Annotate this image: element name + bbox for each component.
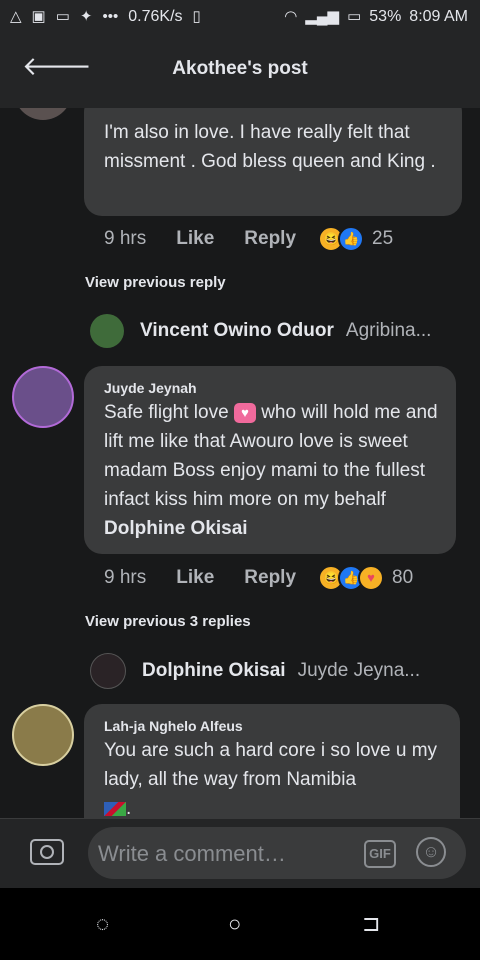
comment-placeholder: Write a comment… xyxy=(98,841,286,866)
reply-author: Vincent Owino Oduor xyxy=(140,320,334,341)
reaction-count: 80 xyxy=(392,567,414,588)
system-nav-bar: ◌ ○ ⊐ xyxy=(0,888,480,960)
twitter-icon: ✦ xyxy=(79,8,93,25)
message-icon: ▭ xyxy=(55,8,70,25)
view-previous-replies-link[interactable]: View previous 3 replies xyxy=(85,613,251,630)
gamepad-icon: ▣ xyxy=(31,8,46,25)
reply-button[interactable]: Reply xyxy=(244,567,296,589)
avatar xyxy=(90,653,126,689)
avatar[interactable] xyxy=(14,108,72,120)
home-icon[interactable]: ○ xyxy=(228,912,241,936)
reply-preview[interactable]: Vincent Owino Oduor Agribina... xyxy=(90,314,431,348)
reply-snippet: Juyde Jeyna... xyxy=(297,660,421,681)
battery-level: 53% xyxy=(369,8,402,25)
signal-icon: ▂▄▆ xyxy=(305,8,340,25)
status-bar: △ ▣ ▭ ✦ ••• 0.76K/s ▯ ◠ ▂▄▆ ▭ 53% 8:09 A… xyxy=(0,0,480,36)
mention-link[interactable]: Dolphine Okisai xyxy=(104,518,248,539)
emoji-icon[interactable]: ☺ xyxy=(416,837,446,867)
avatar[interactable] xyxy=(12,366,74,428)
network-speed: 0.76K/s xyxy=(128,8,183,25)
comment-meta: 9 hrs Like Reply 😆 👍 25 xyxy=(104,226,393,252)
namibia-flag-icon xyxy=(104,801,126,816)
clock: 8:09 AM xyxy=(409,8,468,25)
app-header: 🡐 Akothee's post xyxy=(0,36,480,108)
page-title: Akothee's post xyxy=(172,58,308,79)
comment-text-body: You are such a hard core i so love u my … xyxy=(104,740,438,790)
comment-text: I'm also in love. I have really felt tha… xyxy=(104,122,436,172)
comment-bubble[interactable]: Lah-ja Nghelo Alfeus You are such a hard… xyxy=(84,704,460,818)
reply-snippet: Agribina... xyxy=(345,320,432,341)
like-button[interactable]: Like xyxy=(176,567,214,589)
gif-button[interactable]: GIF xyxy=(364,840,396,868)
comment-bubble[interactable]: I'm also in love. I have really felt tha… xyxy=(84,108,462,216)
comment-time: 9 hrs xyxy=(104,567,147,588)
comment-text: You are such a hard core i so love u my … xyxy=(104,736,444,818)
view-previous-reply-link[interactable]: View previous reply xyxy=(85,274,226,291)
back-nav-icon[interactable]: ⊐ xyxy=(362,912,380,936)
reply-preview[interactable]: Dolphine Okisai Juyde Jeyna... xyxy=(90,653,420,689)
avatar xyxy=(90,314,124,348)
comment-author[interactable]: Lah-ja Nghelo Alfeus xyxy=(104,718,243,734)
heart-emoji-icon: ♥ xyxy=(233,402,256,423)
comment-composer: Write a comment… GIF ☺ xyxy=(0,818,480,889)
comment-time: 9 hrs xyxy=(104,228,147,249)
reactions[interactable]: 😆 👍 xyxy=(318,226,365,252)
reactions[interactable]: 😆 👍 ♥ xyxy=(318,565,385,591)
wifi-icon: ◠ xyxy=(284,8,298,25)
battery-icon: ▭ xyxy=(347,8,362,25)
comments-feed[interactable]: I'm also in love. I have really felt tha… xyxy=(0,108,480,818)
comment-text-start: Safe flight love xyxy=(104,402,229,423)
comment-bubble[interactable]: Juyde Jeynah Safe flight love ♥ who will… xyxy=(84,366,456,554)
avatar[interactable] xyxy=(12,704,74,766)
comment-meta: 9 hrs Like Reply 😆 👍 ♥ 80 xyxy=(104,565,413,591)
reply-author: Dolphine Okisai xyxy=(142,660,286,681)
reaction-count: 25 xyxy=(372,228,394,249)
care-reaction-icon: ♥ xyxy=(358,565,385,591)
reply-button[interactable]: Reply xyxy=(244,228,296,250)
comment-text: Safe flight love ♥ who will hold me and … xyxy=(104,398,444,543)
like-button[interactable]: Like xyxy=(176,228,214,250)
recents-icon[interactable]: ◌ xyxy=(96,912,109,936)
vibrate-icon: ▯ xyxy=(192,8,201,25)
comment-author[interactable]: Juyde Jeynah xyxy=(104,380,197,396)
comment-input[interactable]: Write a comment… GIF ☺ xyxy=(88,827,466,879)
like-reaction-icon: 👍 xyxy=(338,226,365,252)
warning-icon: △ xyxy=(10,8,22,25)
camera-icon[interactable] xyxy=(30,839,64,865)
comment-text-end: . xyxy=(126,798,132,818)
more-dots-icon: ••• xyxy=(102,8,119,25)
